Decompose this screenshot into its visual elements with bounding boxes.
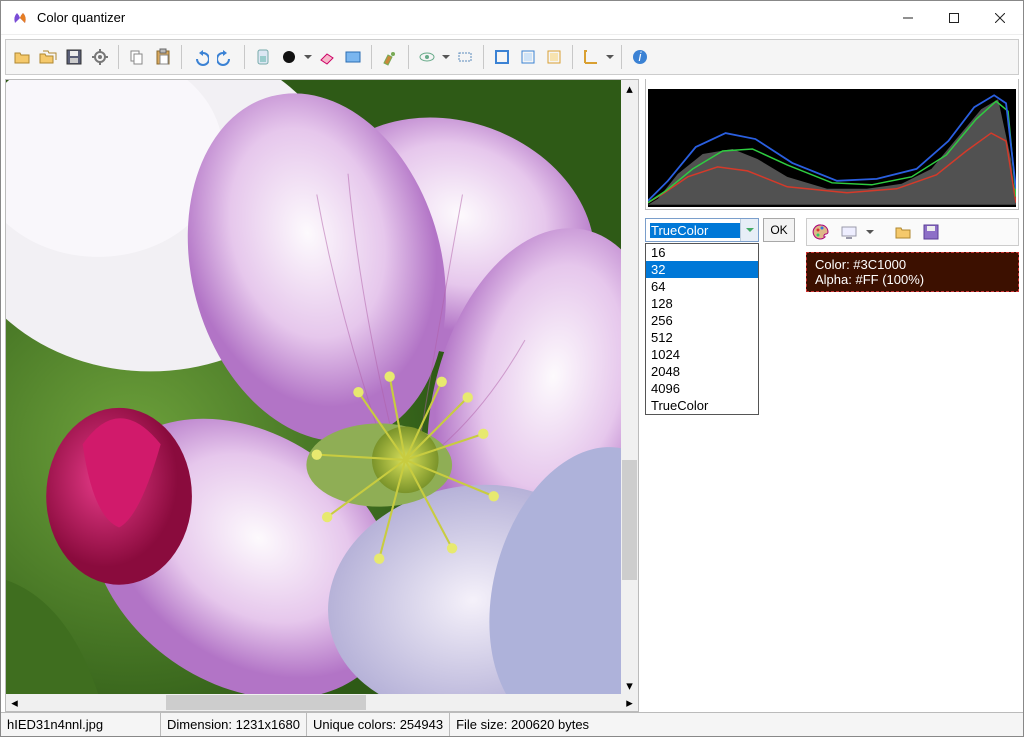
scroll-left-icon[interactable]: ◂ — [6, 694, 23, 711]
save-palette-button[interactable] — [919, 220, 943, 244]
paste-button[interactable] — [151, 45, 175, 69]
scroll-right-icon[interactable]: ▸ — [621, 694, 638, 711]
color-count-option[interactable]: 32 — [646, 261, 758, 278]
app-icon — [11, 9, 29, 27]
screen-button[interactable] — [341, 45, 365, 69]
color-value-label: Color: #3C1000 — [815, 257, 1010, 272]
color-info-box: Color: #3C1000 Alpha: #FF (100%) — [806, 252, 1019, 292]
ok-button[interactable]: OK — [763, 218, 795, 242]
open-palette-button[interactable] — [891, 220, 915, 244]
window-title: Color quantizer — [37, 10, 885, 25]
toolbar-separator — [408, 45, 409, 69]
status-file: hIED31n4nnl.jpg — [1, 713, 161, 736]
monitor-icon[interactable] — [837, 220, 861, 244]
histogram[interactable] — [648, 89, 1016, 207]
save-button[interactable] — [62, 45, 86, 69]
undo-button[interactable] — [188, 45, 212, 69]
toolbar-separator — [483, 45, 484, 69]
preview-dropdown[interactable] — [441, 53, 451, 61]
alpha-value-label: Alpha: #FF (100%) — [815, 272, 1010, 287]
color-swatch-dropdown[interactable] — [303, 53, 313, 61]
color-swatch-button[interactable] — [277, 45, 301, 69]
color-count-option[interactable]: TrueColor — [646, 397, 758, 414]
redo-button[interactable] — [214, 45, 238, 69]
vertical-scrollbar[interactable]: ▴ ▾ — [621, 80, 638, 694]
horizontal-scroll-thumb[interactable] — [166, 695, 366, 710]
horizontal-scrollbar[interactable]: ◂ ▸ — [6, 694, 638, 711]
color-count-option[interactable]: 2048 — [646, 363, 758, 380]
color-count-option[interactable]: 64 — [646, 278, 758, 295]
eyedropper-button[interactable] — [251, 45, 275, 69]
close-button[interactable] — [977, 2, 1023, 34]
combo-dropdown-button[interactable] — [740, 219, 758, 241]
color-count-option[interactable]: 256 — [646, 312, 758, 329]
color-count-combo[interactable]: TrueColor 163264128256512102420484096Tru… — [645, 218, 759, 242]
titlebar: Color quantizer — [1, 1, 1023, 35]
color-count-option[interactable]: 16 — [646, 244, 758, 261]
status-file-size: File size: 200620 bytes — [450, 713, 1023, 736]
preview-button[interactable] — [415, 45, 439, 69]
toolbar-separator — [621, 45, 622, 69]
combo-value: TrueColor — [650, 223, 740, 238]
levels-label: Levels — [654, 79, 701, 81]
color-count-option[interactable]: 1024 — [646, 346, 758, 363]
vertical-scroll-thumb[interactable] — [622, 460, 637, 580]
maximize-button[interactable] — [931, 2, 977, 34]
guides-dropdown[interactable] — [605, 53, 615, 61]
open-file-button[interactable] — [10, 45, 34, 69]
palette-toolbar — [806, 218, 1019, 246]
image-canvas[interactable]: ▴ ▾ — [6, 80, 638, 694]
brush-button[interactable] — [378, 45, 402, 69]
monitor-dropdown[interactable] — [865, 228, 875, 236]
toolbar-separator — [181, 45, 182, 69]
color-count-option[interactable]: 4096 — [646, 380, 758, 397]
canvas-pane: ▴ ▾ ◂ ▸ — [5, 79, 639, 712]
color-count-dropdown: 163264128256512102420484096TrueColor — [645, 243, 759, 415]
levels-panel: Levels — [645, 79, 1019, 210]
palette-icon[interactable] — [809, 220, 833, 244]
scroll-up-icon[interactable]: ▴ — [621, 80, 638, 97]
status-unique-colors: Unique colors: 254943 — [307, 713, 450, 736]
batch-button[interactable] — [36, 45, 60, 69]
statusbar: hIED31n4nnl.jpg Dimension: 1231x1680 Uni… — [1, 712, 1023, 736]
color-count-option[interactable]: 128 — [646, 295, 758, 312]
eraser-button[interactable] — [315, 45, 339, 69]
toolbar-separator — [371, 45, 372, 69]
actual-size-button[interactable] — [453, 45, 477, 69]
guides-button[interactable] — [579, 45, 603, 69]
crop-select-button[interactable] — [490, 45, 514, 69]
color-count-option[interactable]: 512 — [646, 329, 758, 346]
toolbar-separator — [118, 45, 119, 69]
copy-button[interactable] — [125, 45, 149, 69]
status-dimension: Dimension: 1231x1680 — [161, 713, 307, 736]
crop-rotate-button[interactable] — [542, 45, 566, 69]
right-panel: Levels TrueColor 16326412825651210242048… — [645, 79, 1019, 712]
toolbar-separator — [572, 45, 573, 69]
crop-fit-button[interactable] — [516, 45, 540, 69]
toolbar-separator — [244, 45, 245, 69]
settings-button[interactable] — [88, 45, 112, 69]
toolbar: i — [5, 39, 1019, 75]
minimize-button[interactable] — [885, 2, 931, 34]
info-button[interactable]: i — [628, 45, 652, 69]
scroll-down-icon[interactable]: ▾ — [621, 677, 638, 694]
